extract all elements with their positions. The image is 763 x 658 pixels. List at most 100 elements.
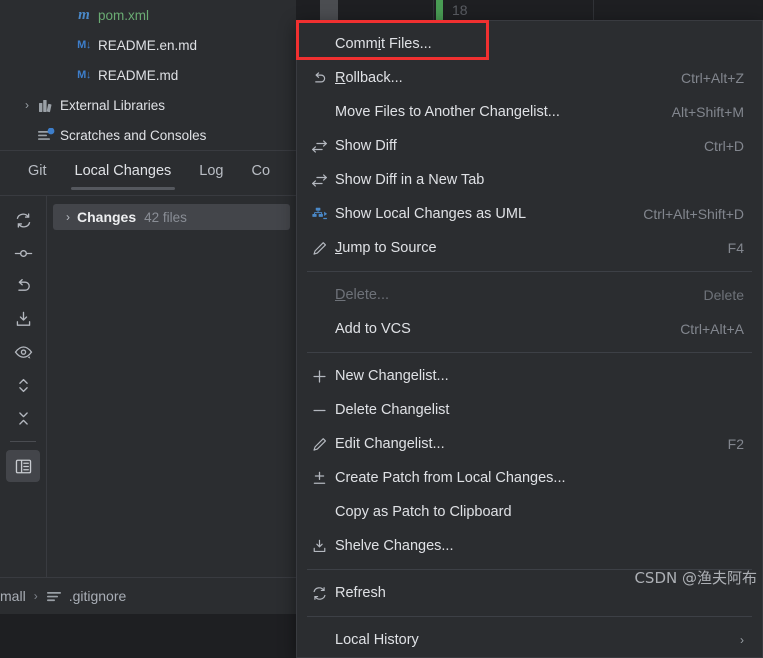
menu-item-add-to-vcs[interactable]: Add to VCS Ctrl+Alt+A <box>297 312 762 346</box>
gutter-dark-area <box>338 0 434 20</box>
menu-separator <box>307 271 752 272</box>
menu-item-jump-to-source[interactable]: Jump to Source F4 <box>297 231 762 265</box>
breadcrumb[interactable]: ulimall › .gitignore <box>0 588 126 604</box>
editor-line-number: 18 <box>452 2 468 18</box>
expand-collapse-icon[interactable] <box>6 369 40 401</box>
menu-item-delete-changelist[interactable]: Delete Changelist <box>297 393 762 427</box>
local-changes-toolbar[interactable] <box>0 196 47 577</box>
menu-item-move-files-to-another-changelist[interactable]: Move Files to Another Changelist... Alt+… <box>297 95 762 129</box>
rollback-icon[interactable] <box>6 270 40 302</box>
watermark-text: CSDN @渔夫阿布 <box>634 569 757 587</box>
tree-item-label: README.en.md <box>98 37 198 53</box>
menu-item-show-local-changes-as-uml[interactable]: Show Local Changes as UML Ctrl+Alt+Shift… <box>297 197 762 231</box>
group-by-icon[interactable] <box>6 450 40 482</box>
menu-item-label: Shelve Changes... <box>335 538 454 554</box>
menu-item-shortcut: Alt+Shift+M <box>671 104 744 120</box>
toolbar-separator <box>10 441 36 442</box>
markdown-icon: M↓ <box>77 69 91 81</box>
menu-item-label: Move Files to Another Changelist... <box>335 104 560 120</box>
menu-item-rollback[interactable]: Rollback... Ctrl+Alt+Z <box>297 61 762 95</box>
chevron-right-icon: › <box>740 633 744 647</box>
refresh-icon <box>311 585 335 602</box>
menu-item-new-changelist[interactable]: New Changelist... <box>297 359 762 393</box>
breadcrumb-separator: › <box>33 589 38 603</box>
menu-item-shortcut: Ctrl+Alt+A <box>680 321 744 337</box>
menu-item-show-diff[interactable]: Show Diff Ctrl+D <box>297 129 762 163</box>
menu-item-label: Show Diff in a New Tab <box>335 172 485 188</box>
menu-item-label: New Changelist... <box>335 368 449 384</box>
gutter-divider-left <box>433 0 434 20</box>
menu-item-shortcut: Ctrl+Alt+Shift+D <box>643 206 744 222</box>
tree-item-readme-en[interactable]: M↓ README.en.md <box>0 30 296 60</box>
breadcrumb-item-project[interactable]: ulimall <box>0 588 26 604</box>
shelve-icon[interactable] <box>6 303 40 335</box>
changelist-name: Changes <box>77 209 137 225</box>
menu-item-shortcut: F2 <box>727 436 744 452</box>
menu-item-label: Jump to Source <box>335 240 437 256</box>
menu-separator <box>307 616 752 617</box>
menu-item-label: Delete Changelist <box>335 402 450 418</box>
menu-item-delete: Delete... Delete <box>297 278 762 312</box>
tab-console[interactable]: Co <box>237 151 284 195</box>
rollback-icon <box>311 70 335 87</box>
chevron-right-icon[interactable]: › <box>59 210 77 224</box>
changelist-row-changes[interactable]: › Changes 42 files <box>53 204 290 230</box>
menu-item-label: Local History <box>335 632 419 648</box>
tree-item-scratches-and-consoles[interactable]: Scratches and Consoles <box>0 120 296 150</box>
markdown-icon: M↓ <box>77 39 91 51</box>
ide-root: 18 m pom.xml M↓ README.en.md M↓ README.m… <box>0 0 763 658</box>
uml-icon <box>311 206 335 223</box>
project-tree[interactable]: m pom.xml M↓ README.en.md M↓ README.md ›… <box>0 0 296 150</box>
tree-item-pom-xml[interactable]: m pom.xml <box>0 0 296 30</box>
tool-window-body: › Changes 42 files <box>0 196 296 577</box>
local-changes-tree[interactable]: › Changes 42 files <box>47 196 296 577</box>
tree-item-readme[interactable]: M↓ README.md <box>0 60 296 90</box>
preview-diff-icon[interactable] <box>6 336 40 368</box>
menu-item-shelve-changes[interactable]: Shelve Changes... <box>297 529 762 563</box>
create-patch-icon <box>311 470 335 487</box>
menu-item-label: Edit Changelist... <box>335 436 445 452</box>
chevron-right-icon[interactable]: › <box>18 98 36 112</box>
maven-icon: m <box>78 6 90 23</box>
plus-icon <box>311 368 335 385</box>
menu-item-label: Create Patch from Local Changes... <box>335 470 566 486</box>
tab-git[interactable]: Git <box>14 151 61 195</box>
menu-item-label: Delete... <box>335 287 390 303</box>
tab-log[interactable]: Log <box>185 151 237 195</box>
commit-node-icon[interactable] <box>6 237 40 269</box>
menu-item-local-history[interactable]: Local History › <box>297 623 762 657</box>
editor-gutter-strip: 18 <box>296 0 763 20</box>
gutter-marker-green <box>436 0 443 20</box>
gutter-marker-grey <box>320 0 338 20</box>
menu-item-copy-as-patch-to-clipboard[interactable]: Copy as Patch to Clipboard <box>297 495 762 529</box>
breadcrumb-item-file[interactable]: .gitignore <box>69 588 127 604</box>
tab-local-changes[interactable]: Local Changes <box>61 151 186 195</box>
library-icon <box>36 98 56 113</box>
refresh-icon[interactable] <box>6 204 40 236</box>
menu-item-label: Commit Files... <box>335 36 432 52</box>
show-diff-icon <box>311 138 335 155</box>
menu-item-shortcut: F4 <box>727 240 744 256</box>
file-text-icon <box>46 589 63 604</box>
tree-item-label: External Libraries <box>60 97 166 113</box>
menu-item-label: Add to VCS <box>335 321 411 337</box>
menu-item-edit-changelist[interactable]: Edit Changelist... F2 <box>297 427 762 461</box>
menu-item-label: Show Local Changes as UML <box>335 206 527 222</box>
menu-item-label: Rollback... <box>335 70 403 86</box>
edit-pencil-icon <box>311 240 335 257</box>
local-changes-context-menu[interactable]: Commit Files... Rollback... Ctrl+Alt+Z M… <box>296 20 763 658</box>
menu-item-create-patch-from-local-changes[interactable]: Create Patch from Local Changes... <box>297 461 762 495</box>
tree-item-label: pom.xml <box>98 7 150 23</box>
collapse-all-icon[interactable] <box>6 402 40 434</box>
menu-item-commit-files[interactable]: Commit Files... <box>297 27 762 61</box>
menu-item-label: Show Diff <box>335 138 397 154</box>
menu-item-show-diff-in-a-new-tab[interactable]: Show Diff in a New Tab <box>297 163 762 197</box>
scratches-icon <box>36 127 56 143</box>
menu-separator <box>307 352 752 353</box>
gutter-divider-right <box>593 0 594 20</box>
changelist-file-count: 42 files <box>144 209 187 225</box>
shelve-icon <box>311 538 335 555</box>
tool-window-tab-bar[interactable]: Git Local Changes Log Co <box>0 151 296 195</box>
tree-item-external-libraries[interactable]: › External Libraries <box>0 90 296 120</box>
show-diff-icon <box>311 172 335 189</box>
